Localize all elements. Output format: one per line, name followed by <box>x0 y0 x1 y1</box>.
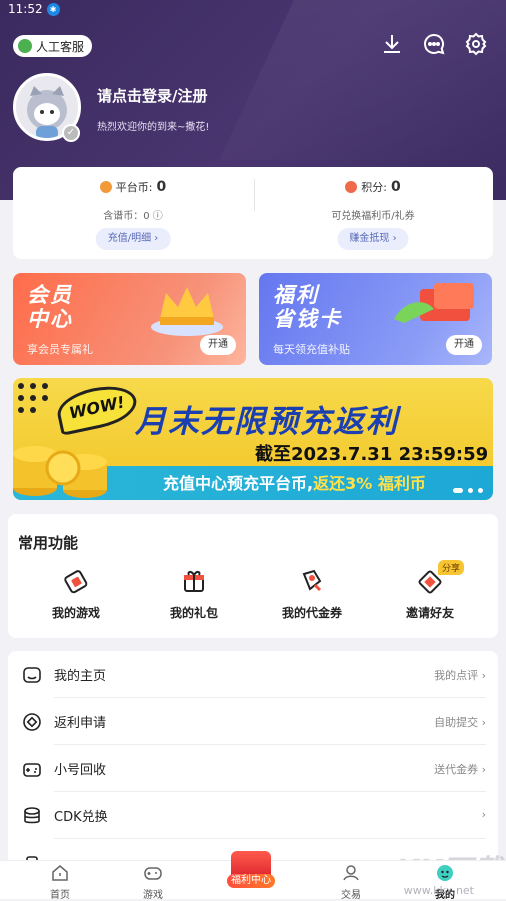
saving-title-line2: 省钱卡 <box>273 307 342 331</box>
settings-icon[interactable] <box>464 32 488 56</box>
gamepad-icon <box>144 867 162 880</box>
my-vouchers-button[interactable]: 我的代金券 <box>262 568 362 621</box>
share-badge: 分享 <box>438 560 465 575</box>
saving-subtitle: 每天领充值补贴 <box>273 343 350 356</box>
service-icon <box>18 39 32 53</box>
platform-coin-icon <box>99 181 112 193</box>
gold-coins-icon <box>13 446 107 498</box>
home-page-icon <box>23 667 41 683</box>
menu-item-rebate[interactable]: 返利申请 自助提交 › <box>8 698 498 745</box>
menu-item-home-page[interactable]: 我的主页 我的点评 › <box>8 651 498 698</box>
tab-home[interactable]: 首页 <box>25 863 95 901</box>
my-games-button[interactable]: 我的游戏 <box>26 568 126 621</box>
platform-coin-value: 0 <box>156 179 167 195</box>
promo-banner[interactable]: WOW! 月末无限预充返利 截至2023.7.31 23:59:59 充值中心预… <box>13 378 493 500</box>
saving-open-button[interactable]: 开通 <box>446 335 482 355</box>
tab-trade[interactable]: 交易 <box>316 863 386 901</box>
recharge-detail-button[interactable]: 充值/明细 › <box>95 228 171 250</box>
carousel-indicator <box>453 488 483 493</box>
chevron-right-icon: › <box>481 808 486 821</box>
download-icon[interactable] <box>380 32 404 56</box>
my-games-label: 我的游戏 <box>51 606 100 620</box>
points-icon <box>345 181 358 193</box>
rebate-icon <box>23 713 41 731</box>
menu-rebate-label: 返利申请 <box>54 716 107 731</box>
menu-item-recycle[interactable]: 小号回收 送代金券 › <box>8 745 498 792</box>
promo-headline: 月末无限预充返利 <box>135 404 399 440</box>
invite-friends-button[interactable]: 分享 邀请好友 <box>380 560 480 621</box>
wallet-card: 平台币: 0 含谱币：0 ⓘ 充值/明细 › 积分: 0 可兑换福利币/礼券 赚金抵… <box>13 167 493 259</box>
bluetooth-icon: ✱ <box>46 2 60 16</box>
menu-recycle-label: 小号回收 <box>54 763 107 778</box>
home-icon <box>52 865 68 881</box>
common-functions-title: 常用功能 <box>18 534 79 552</box>
tab-welfare-label: 福利中心 <box>227 874 275 888</box>
gift-icon <box>184 571 204 592</box>
menu-item-cdk[interactable]: CDK兑换 › <box>8 792 498 839</box>
trade-icon <box>343 865 359 881</box>
vip-title-line2: 中心 <box>27 307 73 331</box>
earn-button[interactable]: 赚金抵现 › <box>337 228 409 250</box>
help-icon[interactable]: ⓘ <box>153 211 163 222</box>
menu-cdk-label: CDK兑换 <box>54 810 108 825</box>
vip-subtitle: 享会员专属礼 <box>27 343 93 356</box>
saving-title-line1: 福利 <box>273 283 319 307</box>
status-bar: 11:52 ✱ <box>8 2 60 16</box>
exchange-text: 可兑换福利币/礼券 <box>331 211 415 222</box>
settings-menu: 我的主页 我的点评 › 返利申请 自助提交 › 小号回收 送代金券 › CDK兑… <box>8 651 498 871</box>
vip-center-card[interactable]: 会员 中心 享会员专属礼 开通 <box>13 273 246 365</box>
chevron-right-icon: › <box>481 763 486 776</box>
cdk-icon <box>24 807 40 824</box>
watermark-url: www.kkx.net <box>403 884 474 897</box>
voucher-icon <box>302 569 322 592</box>
promo-deadline: 截至2023.7.31 23:59:59 <box>255 444 489 465</box>
points-value: 0 <box>390 179 401 195</box>
game-card-icon <box>64 570 88 594</box>
menu-recycle-right: 送代金券 <box>434 763 479 776</box>
recycle-icon <box>23 763 41 777</box>
common-functions-panel: 常用功能 我的游戏 我的礼包 我的代金券 分享 邀请好友 <box>8 514 498 638</box>
my-vouchers-label: 我的代金券 <box>281 606 342 620</box>
gift-coin-text: 含谱币：0 <box>103 211 150 222</box>
profile-face-icon <box>437 865 453 881</box>
vip-open-button[interactable]: 开通 <box>200 335 236 355</box>
invite-friends-label: 邀请好友 <box>405 606 454 620</box>
customer-service-label: 人工客服 <box>36 39 85 54</box>
tab-welfare-center[interactable]: 福利中心 <box>223 851 279 899</box>
saving-card[interactable]: 福利 省钱卡 每天领充值补贴 开通 <box>259 273 492 365</box>
status-time: 11:52 <box>8 2 43 16</box>
promo-bottom-highlight: 返还3% 福利币 <box>313 474 426 493</box>
customer-service-button[interactable]: 人工客服 <box>13 35 93 57</box>
login-register-link[interactable]: 请点击登录/注册 <box>97 85 207 106</box>
points-section: 积分: 0 可兑换福利币/礼券 赚金抵现 › <box>253 167 493 259</box>
menu-home-page-right: 我的点评 <box>434 669 479 682</box>
my-gifts-button[interactable]: 我的礼包 <box>144 568 244 621</box>
platform-coin-label: 平台币: <box>115 181 153 194</box>
chevron-right-icon: › <box>481 669 486 682</box>
tab-games[interactable]: 游戏 <box>118 863 188 901</box>
promo-bottom-text: 充值中心预充平台币, <box>163 474 314 493</box>
message-icon[interactable] <box>422 32 446 56</box>
welcome-text: 热烈欢迎你的到来~撒花! <box>97 122 210 133</box>
vip-title-line1: 会员 <box>27 283 73 307</box>
points-label: 积分: <box>361 181 387 194</box>
verified-badge-icon: ✓ <box>62 124 80 142</box>
platform-coin-section: 平台币: 0 含谱币：0 ⓘ 充值/明细 › <box>13 167 253 259</box>
header-actions <box>380 32 488 56</box>
menu-home-page-label: 我的主页 <box>54 669 107 684</box>
my-gifts-label: 我的礼包 <box>169 606 218 620</box>
menu-rebate-right: 自助提交 <box>434 716 479 729</box>
chevron-right-icon: › <box>481 716 486 729</box>
